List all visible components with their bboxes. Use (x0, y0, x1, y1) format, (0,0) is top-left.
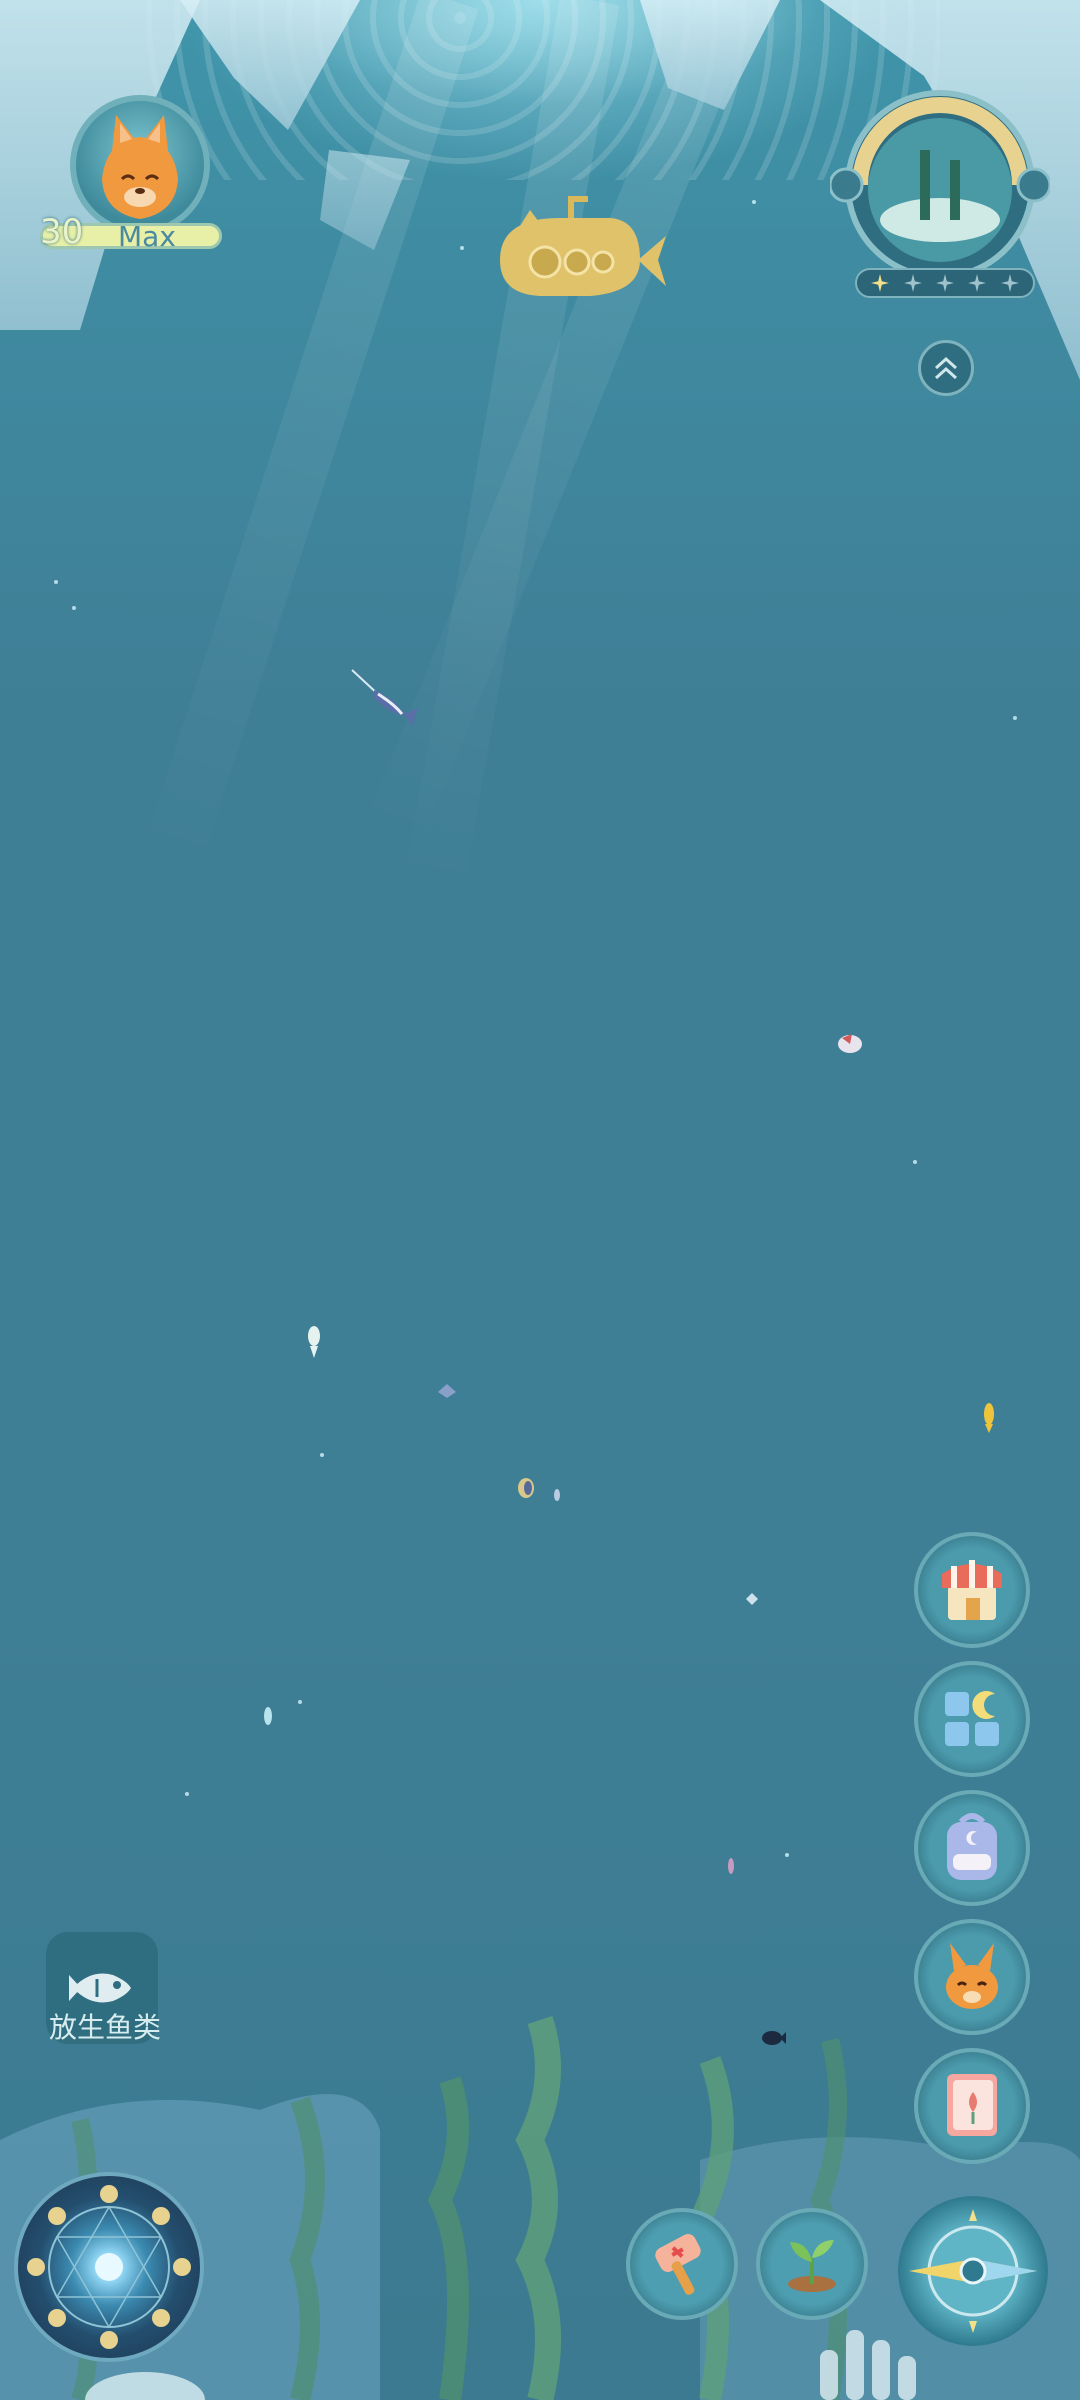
swordfish[interactable] (350, 668, 420, 728)
flower-book-icon (947, 2074, 997, 2136)
yellow-fish[interactable] (982, 1400, 996, 1434)
shop-button[interactable] (914, 1532, 1030, 1648)
backpack-button[interactable] (914, 1790, 1030, 1906)
handbook-button[interactable] (914, 2048, 1030, 2164)
bubble-speck (752, 200, 756, 204)
player-level: 30 (40, 212, 84, 252)
hammer-button[interactable] (626, 2208, 738, 2320)
bubble-speck (913, 1160, 917, 1164)
bubble-speck (185, 1792, 189, 1796)
star-empty-icon (935, 274, 954, 292)
avatar (70, 95, 210, 235)
sprout-icon (788, 2240, 836, 2292)
star-empty-icon (903, 274, 922, 292)
moon-wheel-button[interactable] (14, 2172, 204, 2362)
collection-button[interactable] (914, 1661, 1030, 1777)
orange-fox-avatar-icon (102, 115, 178, 219)
release-fish-label: 放生鱼类 (48, 2011, 161, 2044)
pet-button[interactable] (914, 1919, 1030, 2035)
compass-button[interactable] (898, 2196, 1048, 2346)
backpack-icon (947, 1813, 997, 1880)
submarine[interactable] (490, 190, 670, 310)
bubble-speck (460, 246, 464, 250)
orange-rabbit-icon (946, 1943, 998, 2009)
bubble-speck (54, 580, 58, 584)
star-empty-icon (1000, 274, 1019, 292)
bubble-speck (1013, 716, 1017, 720)
small-fish[interactable] (436, 1382, 458, 1400)
tiny-fish[interactable] (745, 1592, 759, 1606)
bubble-speck (298, 1700, 302, 1704)
habitat-button[interactable] (828, 90, 1052, 290)
level-status: Max (118, 220, 176, 253)
shop-awning-icon (942, 1560, 1002, 1620)
moon-fish[interactable] (516, 1476, 536, 1500)
star-filled-icon (871, 274, 890, 292)
bubble-speck (320, 1453, 324, 1457)
reef-habitat-icon (828, 90, 1052, 280)
compass-icon (909, 2209, 1037, 2333)
bubble-speck (785, 1853, 789, 1857)
clown-fish[interactable] (834, 1030, 866, 1056)
tiny-fish[interactable] (552, 1488, 562, 1502)
ocean-scene[interactable]: 30 Max 放生鱼类 (0, 0, 1080, 2400)
double-chevron-up-icon (934, 356, 958, 380)
plant-button[interactable] (756, 2208, 868, 2320)
expand-button[interactable] (918, 340, 974, 396)
moon-grid-icon (945, 1691, 999, 1746)
bubble-speck (72, 606, 76, 610)
player-avatar-button[interactable] (70, 95, 210, 235)
moon-phase-wheel-icon (27, 2185, 191, 2349)
star-empty-icon (968, 274, 987, 292)
tiny-fish[interactable] (262, 1706, 274, 1730)
small-fish[interactable] (306, 1324, 322, 1360)
habitat-star-rating (855, 268, 1035, 298)
hammer-icon (655, 2234, 701, 2295)
tiny-fish[interactable] (726, 1856, 736, 1876)
